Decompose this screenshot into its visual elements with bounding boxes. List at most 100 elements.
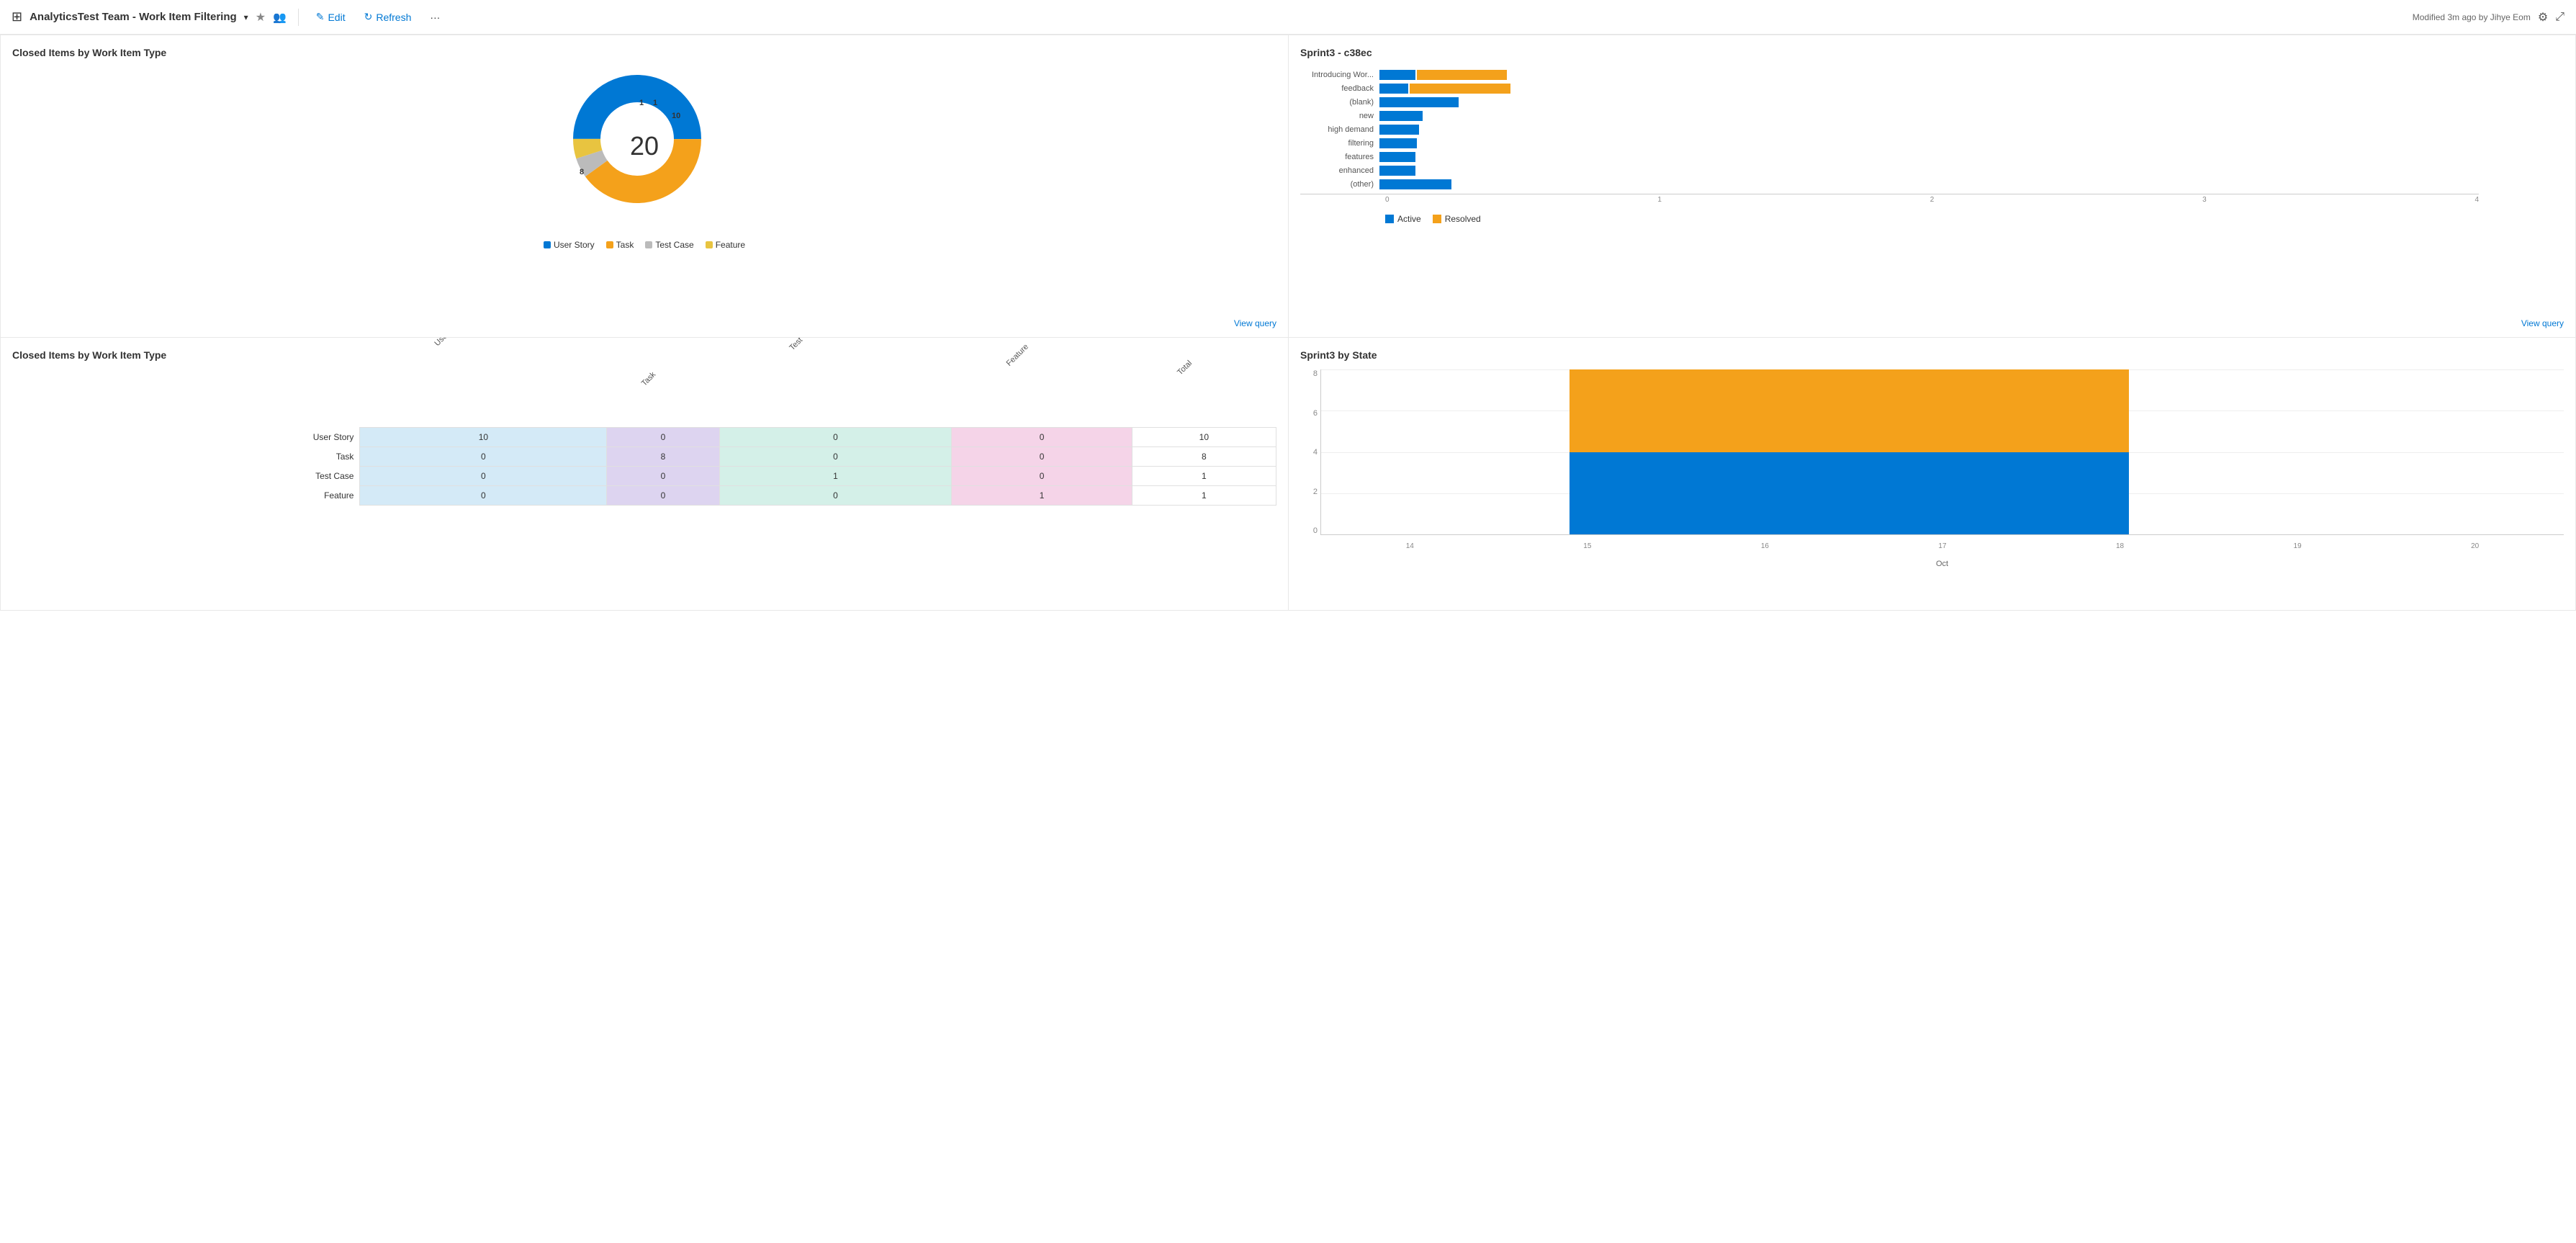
- refresh-button[interactable]: ↻ Refresh: [359, 8, 418, 26]
- hbar-seg-active-8: [1379, 179, 1451, 189]
- chevron-down-icon[interactable]: ▾: [244, 12, 248, 22]
- hbar-bars-7: [1379, 166, 1415, 176]
- row-label-2: Test Case: [12, 466, 360, 485]
- cell-1-3: 0: [952, 447, 1132, 466]
- ytick-4: 4: [1300, 448, 1318, 457]
- sprint3-bar-legend: Active Resolved: [1300, 214, 2564, 224]
- tick-0: 0: [1385, 196, 1390, 204]
- donut-label-1: 10: [672, 112, 680, 120]
- hbar-row-4: high demand: [1300, 125, 2564, 135]
- hbar-row-3: new: [1300, 111, 2564, 121]
- topnav: ⊞ AnalyticsTest Team - Work Item Filteri…: [0, 0, 2576, 35]
- legend-dot-resolved: [1433, 215, 1441, 223]
- donut-label-3: 1: [639, 99, 644, 107]
- sprint3-hbar-chart: Introducing Wor... feedback (blank): [1300, 67, 2564, 207]
- hbar-seg-active-0: [1379, 70, 1415, 80]
- x-label-16: 16: [1761, 542, 1769, 550]
- hbar-bars-3: [1379, 111, 1423, 121]
- cell-2-2: 1: [719, 466, 952, 485]
- widget-closed-donut: Closed Items by Work Item Type 20 10 8: [0, 35, 1288, 337]
- legend-item-userstory: User Story: [544, 240, 595, 250]
- col-header-2: Test Case: [719, 369, 952, 427]
- hbar-row-7: enhanced: [1300, 166, 2564, 176]
- cell-3-4: 1: [1132, 485, 1276, 505]
- hbar-label-3: new: [1300, 112, 1379, 120]
- favorite-icon[interactable]: ★: [256, 10, 266, 24]
- bar-active: [1570, 452, 2129, 535]
- hbar-bars-4: [1379, 125, 1419, 135]
- sprint3-bar-title: Sprint3 - c38ec: [1300, 47, 2564, 58]
- ytick-2: 2: [1300, 488, 1318, 496]
- cell-0-0: 10: [360, 427, 607, 447]
- table-row: Test Case 0 0 1 0 1: [12, 466, 1276, 485]
- settings-icon[interactable]: ⚙: [2538, 10, 2548, 24]
- row-label-3: Feature: [12, 485, 360, 505]
- hbar-label-2: (blank): [1300, 98, 1379, 107]
- sprint3-bar-view-query[interactable]: View query: [2521, 318, 2564, 328]
- edit-button[interactable]: ✎ Edit: [310, 8, 351, 26]
- tick-3: 3: [2202, 196, 2207, 204]
- row-label-1: Task: [12, 447, 360, 466]
- row-label-0: User Story: [12, 427, 360, 447]
- hbar-label-6: features: [1300, 153, 1379, 161]
- donut-legend: User Story Task Test Case Feature: [544, 240, 745, 250]
- bar-resolved: [1570, 369, 2129, 452]
- table-row: Task 0 8 0 0 8: [12, 447, 1276, 466]
- topnav-left: ⊞ AnalyticsTest Team - Work Item Filteri…: [12, 8, 446, 26]
- legend-item-testcase: Test Case: [645, 240, 693, 250]
- legend-item-task: Task: [606, 240, 634, 250]
- hbar-label-0: Introducing Wor...: [1300, 71, 1379, 79]
- ytick-6: 6: [1300, 409, 1318, 418]
- hbar-bars-8: [1379, 179, 1451, 189]
- legend-dot-active: [1385, 215, 1394, 223]
- expand-icon[interactable]: ⤢: [2555, 11, 2564, 24]
- widget-closed-table-title: Closed Items by Work Item Type: [12, 349, 1276, 361]
- sprint3-state-chart-area: 0 2 4 6 8: [1300, 369, 2564, 557]
- table-row: Feature 0 0 0 1 1: [12, 485, 1276, 505]
- tick-1: 1: [1657, 196, 1662, 204]
- topnav-right: Modified 3m ago by Jihye Eom ⚙ ⤢: [2413, 10, 2564, 24]
- widget-sprint3-state: Sprint3 by State 0 2 4 6 8: [1288, 337, 2576, 611]
- board-icon: ⊞: [12, 9, 22, 24]
- divider: [298, 9, 299, 26]
- cell-0-1: 0: [607, 427, 719, 447]
- hbar-seg-active-7: [1379, 166, 1415, 176]
- hbar-row-5: filtering: [1300, 138, 2564, 148]
- modified-text: Modified 3m ago by Jihye Eom: [2413, 12, 2531, 22]
- hbar-seg-active-4: [1379, 125, 1419, 135]
- cell-1-1: 8: [607, 447, 719, 466]
- hbar-x-axis: 0 1 2 3 4: [1300, 194, 2479, 204]
- hbar-row-8: (other): [1300, 179, 2564, 189]
- x-label-19: 19: [2294, 542, 2302, 550]
- more-button[interactable]: ···: [424, 9, 446, 26]
- hbar-label-8: (other): [1300, 180, 1379, 189]
- hbar-bars-5: [1379, 138, 1417, 148]
- sprint3-state-title: Sprint3 by State: [1300, 349, 2564, 361]
- donut-view-query[interactable]: View query: [1234, 318, 1276, 328]
- stacked-bar: [1570, 369, 2129, 534]
- hbar-row-0: Introducing Wor...: [1300, 70, 2564, 80]
- hbar-row-6: features: [1300, 152, 2564, 162]
- ytick-0: 0: [1300, 526, 1318, 535]
- ytick-8: 8: [1300, 369, 1318, 378]
- hbar-seg-active-1: [1379, 84, 1408, 94]
- hbar-label-7: enhanced: [1300, 166, 1379, 175]
- hbar-bars-2: [1379, 97, 1459, 107]
- cell-2-1: 0: [607, 466, 719, 485]
- hbar-seg-active-3: [1379, 111, 1423, 121]
- col-header-3: Feature: [952, 369, 1132, 427]
- x-label-15: 15: [1583, 542, 1591, 550]
- hbar-seg-active-2: [1379, 97, 1459, 107]
- matrix-corner: [12, 369, 360, 427]
- legend-dot-userstory: [544, 241, 551, 248]
- hbar-seg-active-5: [1379, 138, 1417, 148]
- refresh-icon: ↻: [364, 11, 373, 23]
- cell-2-4: 1: [1132, 466, 1276, 485]
- dashboard: Closed Items by Work Item Type 20 10 8: [0, 35, 2576, 611]
- donut-label-2: 8: [580, 168, 584, 176]
- team-icon[interactable]: 👥: [273, 11, 287, 24]
- hbar-row-1: feedback: [1300, 84, 2564, 94]
- widget-closed-donut-title: Closed Items by Work Item Type: [12, 47, 1276, 58]
- donut-chart: 20 10 8 1 1: [565, 67, 724, 225]
- legend-dot-feature: [706, 241, 713, 248]
